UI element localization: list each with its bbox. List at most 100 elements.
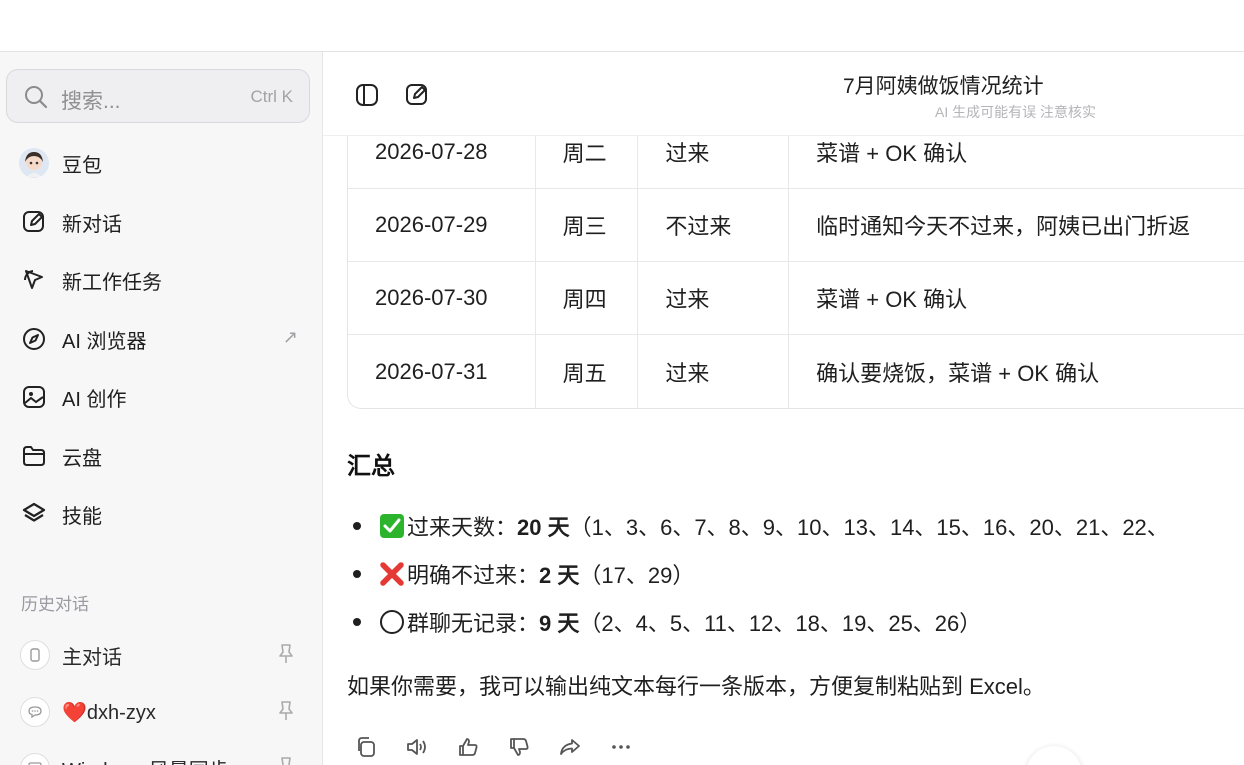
sidebar: 搜索... Ctrl K 豆包 新对话 新工作任务 AI 浏览器 ↗ AI 创作… xyxy=(0,52,323,765)
more-button[interactable] xyxy=(608,734,634,760)
table-cell: 不过来 xyxy=(638,189,790,261)
cross-emoji-icon xyxy=(379,561,405,587)
nav-label: 豆包 xyxy=(62,154,102,177)
pin-icon[interactable] xyxy=(276,756,296,765)
table-cell: 2026-07-29 xyxy=(348,189,536,261)
layers-icon xyxy=(18,498,50,530)
history-label: 主对话 xyxy=(62,646,122,669)
summary-label: 明确不过来： xyxy=(407,563,540,588)
chat-title: 7月阿姨做饭情况统计 xyxy=(843,75,1044,98)
summary-label: 过来天数： xyxy=(407,515,518,540)
message-actions xyxy=(353,734,659,760)
avatar-icon xyxy=(18,147,50,179)
sidebar-toggle-button[interactable] xyxy=(352,80,382,110)
nav-item-doubao[interactable]: 豆包 xyxy=(18,141,310,185)
thumbs-down-icon xyxy=(510,738,529,756)
bullet-dot xyxy=(353,570,361,578)
new-chat-button[interactable] xyxy=(402,80,432,110)
copy-button[interactable] xyxy=(353,734,379,760)
circle-emoji-icon xyxy=(379,609,405,635)
search-placeholder: 搜索... xyxy=(61,90,121,113)
history-item[interactable]: 主对话 xyxy=(20,635,310,675)
nav-item-ai-create[interactable]: AI 创作 xyxy=(18,375,310,419)
like-button[interactable] xyxy=(455,734,481,760)
ai-disclaimer: AI 生成可能有误 注意核实 xyxy=(935,104,1097,120)
nav-label: 新工作任务 xyxy=(62,271,162,294)
nav-label: 云盘 xyxy=(62,447,102,470)
read-aloud-button[interactable] xyxy=(404,734,430,760)
list-item: 明确不过来： 2 天 （17、29） xyxy=(353,550,1244,598)
nav-label: AI 创作 xyxy=(62,388,127,411)
folder-icon xyxy=(18,440,50,472)
heart-emoji: ❤️ xyxy=(62,701,87,724)
footer-paragraph: 如果你需要，我可以输出纯文本每行一条版本，方便复制粘贴到 Excel。 xyxy=(347,674,1045,699)
more-dots-icon xyxy=(612,745,630,749)
check-emoji-icon xyxy=(379,513,405,539)
table-row: 2026-07-29 周三 不过来 临时通知今天不过来，阿姨已出门折返 xyxy=(348,189,1244,262)
summary-list: 过来天数： 20 天 （1、3、6、7、8、9、10、13、14、15、16、2… xyxy=(353,502,1244,646)
summary-value: 20 天 xyxy=(517,515,570,540)
summary-detail: （1、3、6、7、8、9、10、13、14、15、16、20、21、22、 xyxy=(569,515,1169,540)
history-label: ❤️dxh-zyx xyxy=(62,701,156,724)
window-top-bar xyxy=(0,0,1244,52)
table-cell: 确认要烧饭，菜谱 + OK 确认 xyxy=(816,360,1100,386)
history-item[interactable]: Windows 风景同步 xyxy=(20,748,310,765)
table-row: 2026-07-30 周四 过来 菜谱 + OK 确认 xyxy=(348,262,1244,335)
main-panel: 2026-07-28 周二 过来 菜谱 + OK 确认 2026-07-29 周… xyxy=(323,52,1244,765)
table-cell: 2026-07-31 xyxy=(348,335,536,408)
nav-label: AI 浏览器 xyxy=(62,330,147,353)
share-button[interactable] xyxy=(557,734,583,760)
table-cell: 临时通知今天不过来，阿姨已出门折返 xyxy=(816,214,1191,239)
summary-heading: 汇总 xyxy=(347,453,395,480)
speaker-icon xyxy=(407,739,426,755)
nav-item-new-task[interactable]: 新工作任务 xyxy=(18,258,310,302)
cursor-icon xyxy=(18,264,50,296)
nav-label: 新对话 xyxy=(62,213,122,236)
share-icon xyxy=(560,739,580,755)
summary-detail: （2、4、5、11、12、18、19、25、26） xyxy=(579,611,982,636)
nav-item-cloud-drive[interactable]: 云盘 xyxy=(18,434,310,478)
table-cell: 2026-07-30 xyxy=(348,262,536,334)
list-item: 群聊无记录： 9 天 （2、4、5、11、12、18、19、25、26） xyxy=(353,598,1244,646)
search-icon xyxy=(25,86,48,109)
summary-label: 群聊无记录： xyxy=(407,611,540,636)
table-cell: 周三 xyxy=(536,189,639,261)
table-row: 2026-07-31 周五 过来 确认要烧饭，菜谱 + OK 确认 xyxy=(348,335,1244,408)
history-item[interactable]: ❤️dxh-zyx xyxy=(20,692,310,732)
scroll-down-button[interactable] xyxy=(1026,746,1082,765)
external-arrow-icon: ↗ xyxy=(282,327,298,347)
table-cell: 周五 xyxy=(536,335,639,408)
search-shortcut: Ctrl K xyxy=(250,87,294,106)
table-cell: 过来 xyxy=(638,335,790,408)
nav-item-ai-browser[interactable]: AI 浏览器 ↗ xyxy=(18,317,310,361)
nav-item-new-chat[interactable]: 新对话 xyxy=(18,200,310,244)
table-cell: 周四 xyxy=(536,262,639,334)
search-box[interactable]: 搜索... Ctrl K xyxy=(6,69,310,123)
summary-value: 2 天 xyxy=(539,563,580,588)
list-item: 过来天数： 20 天 （1、3、6、7、8、9、10、13、14、15、16、2… xyxy=(353,502,1244,550)
data-table: 2026-07-28 周二 过来 菜谱 + OK 确认 2026-07-29 周… xyxy=(347,116,1244,409)
sidebar-toggle-icon xyxy=(356,84,378,106)
bullet-dot xyxy=(353,522,361,530)
image-icon xyxy=(18,381,50,413)
summary-detail: （17、29） xyxy=(579,563,695,588)
dislike-button[interactable] xyxy=(506,734,532,760)
phone-icon xyxy=(20,640,50,670)
thumbs-up-icon xyxy=(459,738,478,756)
compass-icon xyxy=(18,323,50,355)
copy-icon xyxy=(358,737,375,757)
bullet-dot xyxy=(353,618,361,626)
summary-value: 9 天 xyxy=(539,611,580,636)
pin-icon[interactable] xyxy=(276,700,296,722)
chat-header: 7月阿姨做饭情况统计 AI 生成可能有误 注意核实 xyxy=(323,52,1244,136)
pin-icon[interactable] xyxy=(276,643,296,665)
nav-label: 技能 xyxy=(62,505,102,528)
table-cell: 菜谱 + OK 确认 xyxy=(816,287,968,312)
table-cell: 过来 xyxy=(638,262,790,334)
monitor-icon xyxy=(20,753,50,765)
chat-bubble-icon xyxy=(20,697,50,727)
nav-item-skills[interactable]: 技能 xyxy=(18,492,310,536)
edit-icon xyxy=(406,84,427,105)
edit-icon xyxy=(18,206,50,238)
history-title: 历史对话 xyxy=(21,595,89,614)
